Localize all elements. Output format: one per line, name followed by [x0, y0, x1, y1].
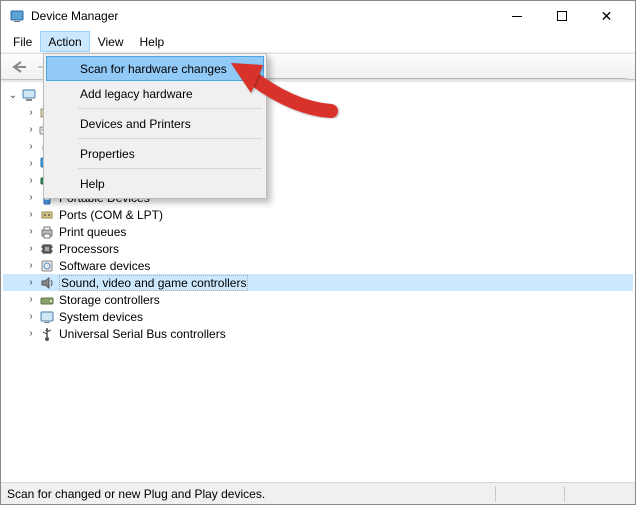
chevron-right-icon[interactable]: ›: [25, 226, 37, 237]
tree-item[interactable]: › Universal Serial Bus controllers: [3, 325, 633, 342]
tree-item[interactable]: › Software devices: [3, 257, 633, 274]
tree-item-label: Universal Serial Bus controllers: [59, 327, 226, 341]
menu-help[interactable]: Help: [132, 31, 173, 52]
computer-icon: [21, 87, 37, 103]
usb-icon: [39, 326, 55, 342]
cpu-icon: [39, 241, 55, 257]
tree-item[interactable]: › System devices: [3, 308, 633, 325]
chevron-right-icon[interactable]: ›: [25, 158, 37, 169]
chevron-right-icon[interactable]: ›: [25, 107, 37, 118]
menu-devices-printers[interactable]: Devices and Printers: [46, 111, 264, 136]
storage-icon: [39, 292, 55, 308]
tree-item-label: Storage controllers: [59, 293, 160, 307]
sound-icon: [39, 275, 55, 291]
port-icon: [39, 207, 55, 223]
tree-item-label: Processors: [59, 242, 119, 256]
tree-item-label: System devices: [59, 310, 143, 324]
tree-item[interactable]: › Ports (COM & LPT): [3, 206, 633, 223]
menu-action[interactable]: Action: [40, 31, 89, 52]
close-button[interactable]: ✕: [584, 2, 629, 31]
back-button[interactable]: [7, 56, 31, 78]
tree-item[interactable]: › Print queues: [3, 223, 633, 240]
system-icon: [39, 309, 55, 325]
chevron-right-icon[interactable]: ›: [25, 294, 37, 305]
printer-icon: [39, 224, 55, 240]
chevron-right-icon[interactable]: ›: [25, 209, 37, 220]
chevron-right-icon[interactable]: ›: [25, 141, 37, 152]
software-icon: [39, 258, 55, 274]
tree-item[interactable]: › Storage controllers: [3, 291, 633, 308]
chevron-right-icon[interactable]: ›: [25, 260, 37, 271]
menu-scan-hardware[interactable]: Scan for hardware changes: [46, 56, 264, 81]
chevron-right-icon[interactable]: ›: [25, 311, 37, 322]
title-bar: Device Manager ✕: [1, 1, 635, 31]
window-title: Device Manager: [31, 9, 494, 23]
tree-item-label: Print queues: [59, 225, 126, 239]
tree-item-label: Software devices: [59, 259, 150, 273]
maximize-button[interactable]: [539, 2, 584, 31]
chevron-down-icon[interactable]: ⌄: [7, 90, 19, 101]
menu-properties[interactable]: Properties: [46, 141, 264, 166]
chevron-right-icon[interactable]: ›: [25, 277, 37, 288]
tree-item[interactable]: › Sound, video and game controllers: [3, 274, 633, 291]
chevron-right-icon[interactable]: ›: [25, 243, 37, 254]
status-text: Scan for changed or new Plug and Play de…: [7, 487, 491, 501]
tree-item[interactable]: › Processors: [3, 240, 633, 257]
menu-add-legacy[interactable]: Add legacy hardware: [46, 81, 264, 106]
menu-view[interactable]: View: [90, 31, 132, 52]
menu-file[interactable]: File: [5, 31, 40, 52]
chevron-right-icon[interactable]: ›: [25, 175, 37, 186]
app-icon: [9, 8, 25, 24]
chevron-right-icon[interactable]: ›: [25, 328, 37, 339]
tree-item-label: Ports (COM & LPT): [59, 208, 163, 222]
status-bar: Scan for changed or new Plug and Play de…: [1, 482, 635, 504]
tree-item-label: Sound, video and game controllers: [59, 275, 248, 291]
action-dropdown: Scan for hardware changes Add legacy har…: [43, 53, 267, 199]
menu-help[interactable]: Help: [46, 171, 264, 196]
minimize-button[interactable]: [494, 2, 539, 31]
chevron-right-icon[interactable]: ›: [25, 124, 37, 135]
menu-bar: File Action View Help: [1, 31, 635, 53]
chevron-right-icon[interactable]: ›: [25, 192, 37, 203]
